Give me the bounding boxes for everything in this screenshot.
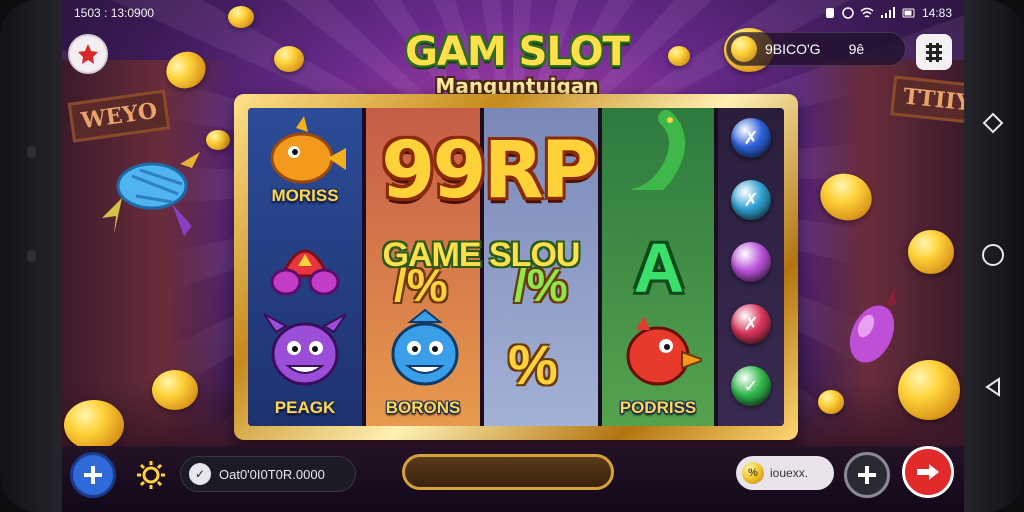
- percent-symbol: %: [508, 333, 558, 396]
- mushroom-symbol-icon: [270, 249, 340, 296]
- bird-symbol-icon: [626, 316, 702, 386]
- bet-amount-text: iouexx.: [770, 466, 809, 480]
- status-icons: 14:83: [824, 6, 952, 20]
- logo-title: GAM SLOT: [405, 29, 630, 75]
- exit-button[interactable]: [902, 446, 954, 498]
- coin-icon: [152, 370, 198, 410]
- balance-display: 9BICO'G 9ê: [726, 32, 906, 66]
- bonus-orb-icon: ✗: [731, 118, 771, 158]
- menu-button[interactable]: [916, 34, 952, 70]
- recent-nav-button[interactable]: [980, 374, 1006, 400]
- check-icon: ✓: [189, 463, 211, 485]
- star-badge-icon: [78, 44, 98, 64]
- ticker-text: Oat0'0I0T0R.0000: [219, 466, 325, 482]
- reel-5-orbs: ✗ ✗ ✗ ✓: [718, 108, 784, 426]
- increase-button[interactable]: [844, 452, 890, 498]
- bet-amount-pill[interactable]: % iouexx.: [736, 456, 834, 490]
- slot-machine-frame: MORISS PEAGK /% BORONS /% % PODRISS ✗ ✗ …: [234, 94, 798, 440]
- status-bar: 1503 : 13:0900 14:83: [62, 0, 964, 26]
- win-ticker: ✓ Oat0'0I0T0R.0000: [180, 456, 356, 492]
- settings-button[interactable]: [128, 452, 174, 498]
- shuttlecock-icon: [102, 152, 200, 236]
- fish-symbol-icon: [270, 116, 346, 184]
- add-bet-button[interactable]: [70, 452, 116, 498]
- status-clock: 14:83: [921, 6, 952, 20]
- notification-icon: [825, 8, 834, 18]
- triangle-back-icon: [985, 377, 1000, 397]
- circle-home-icon: [982, 244, 1004, 266]
- big-prize-text: 99RP: [381, 126, 598, 216]
- balance-extra: 9ê: [848, 41, 865, 57]
- monster-symbol-icon: [263, 313, 346, 386]
- reel-banner-text: GAME SLOU: [382, 236, 581, 274]
- bonus-orb-icon: ✓: [731, 366, 771, 406]
- spin-button[interactable]: [402, 454, 614, 490]
- bonus-orb-icon: [731, 242, 771, 282]
- home-button[interactable]: [68, 34, 108, 74]
- home-nav-button[interactable]: [980, 242, 1006, 268]
- coin-icon: [274, 46, 304, 72]
- grid-menu-icon: [926, 43, 942, 62]
- signal-icon: [880, 7, 895, 18]
- balance-coin-icon: [731, 36, 757, 62]
- symbol-label: PODRISS: [619, 398, 697, 417]
- coin-percent-icon: %: [742, 462, 764, 484]
- symbol-label: PEAGK: [274, 398, 336, 417]
- big-letter-symbol: A: [633, 229, 685, 307]
- status-left-text: 1503 : 13:0900: [74, 6, 155, 20]
- bonus-orb-icon: ✗: [731, 180, 771, 220]
- camera-dot: [27, 146, 36, 158]
- coin-icon: [898, 360, 960, 420]
- coin-icon: [668, 46, 690, 66]
- reel-1: MORISS PEAGK: [248, 108, 362, 426]
- fish-monster-symbol-icon: [391, 308, 459, 386]
- dnd-icon: [842, 7, 854, 19]
- back-nav-button[interactable]: [980, 110, 1006, 136]
- dragon-symbol-icon: [630, 110, 685, 190]
- coin-icon: [64, 400, 124, 450]
- eggplant-icon: [849, 288, 896, 363]
- wifi-icon: [860, 7, 874, 18]
- symbol-label: MORISS: [271, 186, 339, 205]
- phone-bezel-left: [0, 0, 62, 512]
- volume-button[interactable]: [27, 250, 36, 262]
- sun-gear-icon: [137, 461, 165, 489]
- symbol-label: BORONS: [385, 398, 461, 417]
- battery-icon: [902, 8, 915, 18]
- bonus-orb-icon: ✗: [731, 304, 771, 344]
- coin-icon: [908, 230, 954, 274]
- game-screen: WEYO TTIIY 1503 : 13:0900 14:83 GAM SLOT…: [62, 0, 964, 512]
- diamond-back-icon: [982, 112, 1004, 134]
- arrow-right-icon: [917, 464, 939, 480]
- plus-icon: [858, 466, 876, 484]
- coin-icon: [818, 390, 844, 414]
- phone-device: WEYO TTIIY 1503 : 13:0900 14:83 GAM SLOT…: [0, 0, 1024, 512]
- plus-icon: [84, 466, 102, 484]
- reels-window: MORISS PEAGK /% BORONS /% % PODRISS ✗ ✗ …: [248, 108, 784, 426]
- coin-icon: [206, 130, 230, 150]
- balance-value: 9BICO'G: [765, 41, 821, 57]
